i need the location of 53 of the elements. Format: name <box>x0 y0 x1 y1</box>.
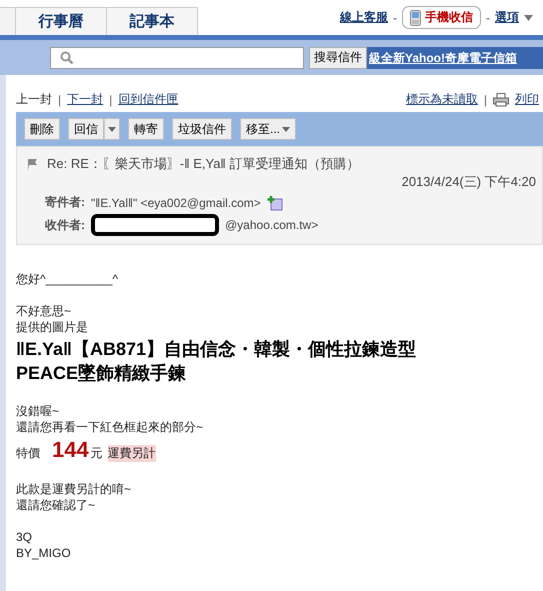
mark-unread-link[interactable]: 標示為未讀取 <box>406 91 478 108</box>
options-link[interactable]: 選項 <box>495 9 519 26</box>
body-text: 還請您確認了~ <box>16 497 96 513</box>
body-text: 提供的圖片是 <box>16 319 89 335</box>
reply-button[interactable]: 回信 <box>68 118 104 140</box>
add-contact-icon[interactable] <box>266 194 283 210</box>
print-link[interactable]: 列印 <box>515 91 539 108</box>
flag-icon[interactable] <box>27 158 39 170</box>
support-link[interactable]: 線上客服 <box>340 9 388 26</box>
body-text: 還請您再看一下紅色框起來的部分~ <box>16 419 204 435</box>
previous-label: 上一封 <box>16 91 52 108</box>
separator: - <box>486 10 490 24</box>
phone-icon <box>410 10 421 26</box>
dropdown-button[interactable] <box>104 118 120 140</box>
separator: | <box>109 92 112 106</box>
caret-icon <box>108 126 116 132</box>
recipient: @yahoo.com.tw> <box>225 218 318 232</box>
search-field[interactable] <box>50 46 304 68</box>
tab[interactable]: 記事本 <box>107 7 198 35</box>
body-text: 您好^__________^ <box>16 271 119 287</box>
date: 2013/4/24(三) 下午4:20 <box>400 173 536 191</box>
tab[interactable]: 行事曆 <box>16 7 107 35</box>
body-text: BY_MIGO <box>16 545 72 561</box>
upgrade-link[interactable]: 級全新Yahoo!奇摩電子信箱 <box>367 46 543 68</box>
caret-icon <box>524 14 533 20</box>
product-title: ‖E.Ya‖【AB871】自由信念・韓製・個性拉鍊造型PEACE墜飾精緻手鍊 <box>16 338 417 385</box>
subject: Re: RE：〖樂天市場〗-‖ E,Ya‖ 訂單受理通知（預購） <box>47 155 360 173</box>
printer-icon <box>493 92 509 106</box>
body-text: 3Q <box>16 529 34 545</box>
from-label: 寄件者: <box>45 194 85 211</box>
mobile-mail-button[interactable]: 手機收信 <box>402 6 481 29</box>
price-amount: 144 <box>52 437 89 463</box>
caret-icon <box>282 126 290 132</box>
toolbar-button[interactable]: 轉寄 <box>128 118 164 140</box>
shipping-note: 運費另計 <box>108 445 156 462</box>
body-text: 沒錯喔~ <box>16 403 60 419</box>
separator: | <box>484 92 487 106</box>
search-button[interactable]: 搜尋信件 <box>309 46 367 68</box>
body-text: 此款是運費另計的唷~ <box>16 481 132 497</box>
currency-unit: 元 <box>90 445 103 462</box>
inbox-link[interactable]: 回到信件匣 <box>118 91 178 108</box>
tab-edge <box>0 7 16 35</box>
sender: "‖E.Yal‖" <eya002@gmail.com> <box>91 196 261 210</box>
next-link[interactable]: 下一封 <box>67 91 104 108</box>
separator: - <box>393 10 397 24</box>
body-text: 不好意思~ <box>16 303 72 319</box>
move-button[interactable]: 移至... <box>240 118 296 140</box>
separator: | <box>58 92 62 106</box>
price-label: 特價 <box>16 445 40 462</box>
search-icon <box>60 50 74 64</box>
toolbar-button[interactable]: 垃圾信件 <box>172 118 232 140</box>
toolbar-button[interactable]: 刪除 <box>24 118 60 140</box>
to-label: 收件者: <box>45 216 85 234</box>
